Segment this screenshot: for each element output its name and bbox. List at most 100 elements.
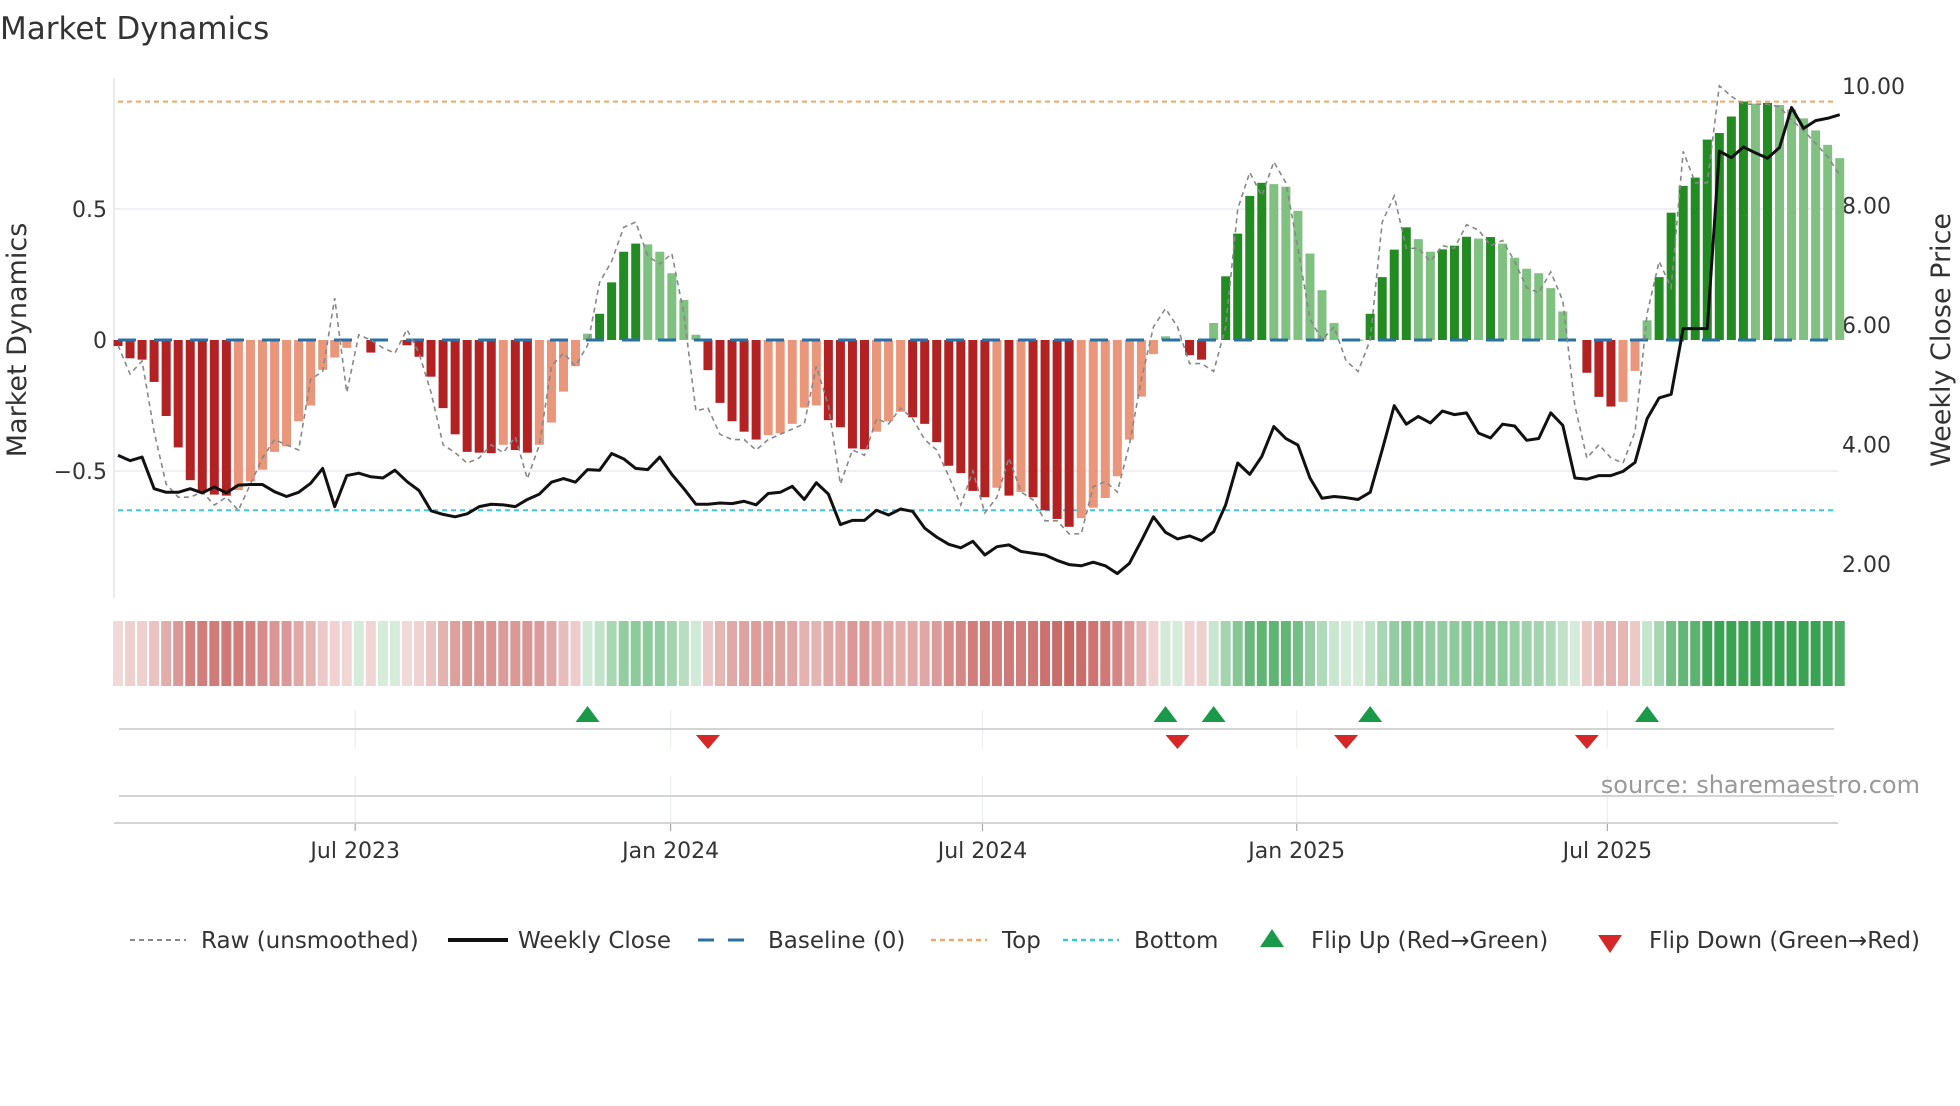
momentum-bar (1498, 243, 1508, 340)
heat-strip-cell (558, 621, 569, 686)
heat-strip-cell (1678, 621, 1689, 686)
momentum-bar (787, 340, 797, 424)
heat-strip-cell (365, 621, 376, 686)
heat-strip-cell (618, 621, 629, 686)
momentum-bar (306, 340, 316, 406)
heat-strip-cell (353, 621, 364, 686)
flip-down-marker (1574, 735, 1599, 749)
momentum-bar (1750, 103, 1760, 341)
momentum-bar (727, 340, 737, 422)
momentum-bar (631, 243, 641, 340)
heat-strip-cell (1533, 621, 1544, 686)
momentum-bar (980, 340, 990, 498)
heat-strip-cell (1076, 621, 1087, 686)
heat-strip-cell (462, 621, 473, 686)
momentum-bar (715, 340, 725, 403)
momentum-bar (1401, 227, 1411, 340)
heat-strip-cell (161, 621, 172, 686)
y-ticks-right: 10.00 8.00 6.00 4.00 2.00 (1842, 75, 1905, 578)
momentum-bar (799, 340, 809, 408)
heat-strip-cell (1569, 621, 1580, 686)
heat-strip-cell (1136, 621, 1147, 686)
momentum-bar (1594, 340, 1604, 397)
heat-strip-cell (221, 621, 232, 686)
flip-up-marker (1153, 706, 1178, 722)
heat-strip-cell (775, 621, 786, 686)
momentum-bar (1835, 158, 1845, 340)
momentum-bar (245, 340, 255, 482)
x-tick-label: Jan 2024 (620, 839, 719, 864)
momentum-bar (1811, 130, 1821, 340)
heat-strip-cell (1377, 621, 1388, 686)
momentum-bar (1209, 322, 1219, 340)
heat-strip-cell (642, 621, 653, 686)
momentum-bar (908, 340, 918, 418)
heat-strip-cell (281, 621, 292, 686)
heat-strip-cell (1365, 621, 1376, 686)
heat-strip-cell (401, 621, 412, 686)
legend-flip-down-icon (1598, 935, 1622, 953)
momentum-bar (510, 340, 520, 451)
flip-down-marker (1334, 735, 1359, 749)
heat-strip-cell (979, 621, 990, 686)
raw-line (117, 84, 1841, 535)
heat-strip-cell (317, 621, 328, 686)
heat-strip-cell (474, 621, 485, 686)
heat-strip-cell (955, 621, 966, 686)
heat-strip-cell (1184, 621, 1195, 686)
momentum-bar (835, 340, 845, 428)
heat-strip-cell (1112, 621, 1123, 686)
momentum-bar (1004, 340, 1014, 496)
momentum-bar (1726, 116, 1736, 340)
heat-strip-cell (209, 621, 220, 686)
heat-strip-cell (1124, 621, 1135, 686)
heat-strip-cell (498, 621, 509, 686)
y-tick-label-right: 4.00 (1842, 434, 1891, 459)
heat-strip-cell (727, 621, 738, 686)
momentum-bar (1437, 249, 1447, 340)
heat-strip-cell (1040, 621, 1051, 686)
momentum-bar (450, 340, 460, 435)
heat-strip-cell (666, 621, 677, 686)
chart-title: Market Dynamics (0, 11, 269, 47)
momentum-bar (896, 340, 906, 412)
heat-strip-cell (341, 621, 352, 686)
heat-strip-cell (1666, 621, 1677, 686)
momentum-bar (1799, 118, 1809, 341)
momentum-bar (1486, 237, 1496, 340)
momentum-bar (282, 340, 292, 447)
momentum-bar (920, 340, 930, 424)
momentum-bar (197, 340, 207, 491)
heat-strip-cell (1714, 621, 1725, 686)
heat-strip-cell (329, 621, 340, 686)
momentum-bar (270, 340, 280, 452)
heat-strip-cell (1329, 621, 1340, 686)
heat-strip-cell (389, 621, 400, 686)
momentum-bar (1690, 177, 1700, 340)
y-axis-label-left: Market Dynamics (2, 223, 33, 458)
momentum-bar (1618, 340, 1628, 402)
heat-strip-cell (919, 621, 930, 686)
heat-strip-cell (426, 621, 437, 686)
heat-strip-cell (1341, 621, 1352, 686)
heat-strip-cell (185, 621, 196, 686)
heat-strip-cell (113, 621, 123, 686)
flip-down-marker (1165, 735, 1190, 749)
x-ticks: Jul 2023 Jan 2024 Jul 2024 Jan 2025 Jul … (308, 839, 1652, 864)
x-tick-label: Jan 2025 (1246, 839, 1345, 864)
momentum-bar (1425, 251, 1435, 340)
momentum-bar (1787, 109, 1797, 340)
heat-strip-cell (630, 621, 641, 686)
heat-strip-cell (1292, 621, 1303, 686)
heat-strip-cell (1389, 621, 1400, 686)
heat-strip-cell (1605, 621, 1616, 686)
momentum-bar (944, 340, 954, 466)
heat-strip-cell (1654, 621, 1665, 686)
momentum-bar (1654, 277, 1664, 340)
heat-strip-cell (1208, 621, 1219, 686)
heat-strip-cell (895, 621, 906, 686)
momentum-bar (872, 340, 882, 432)
momentum-bar (1474, 238, 1484, 340)
momentum-bar (498, 340, 508, 445)
momentum-bar (1052, 340, 1062, 519)
